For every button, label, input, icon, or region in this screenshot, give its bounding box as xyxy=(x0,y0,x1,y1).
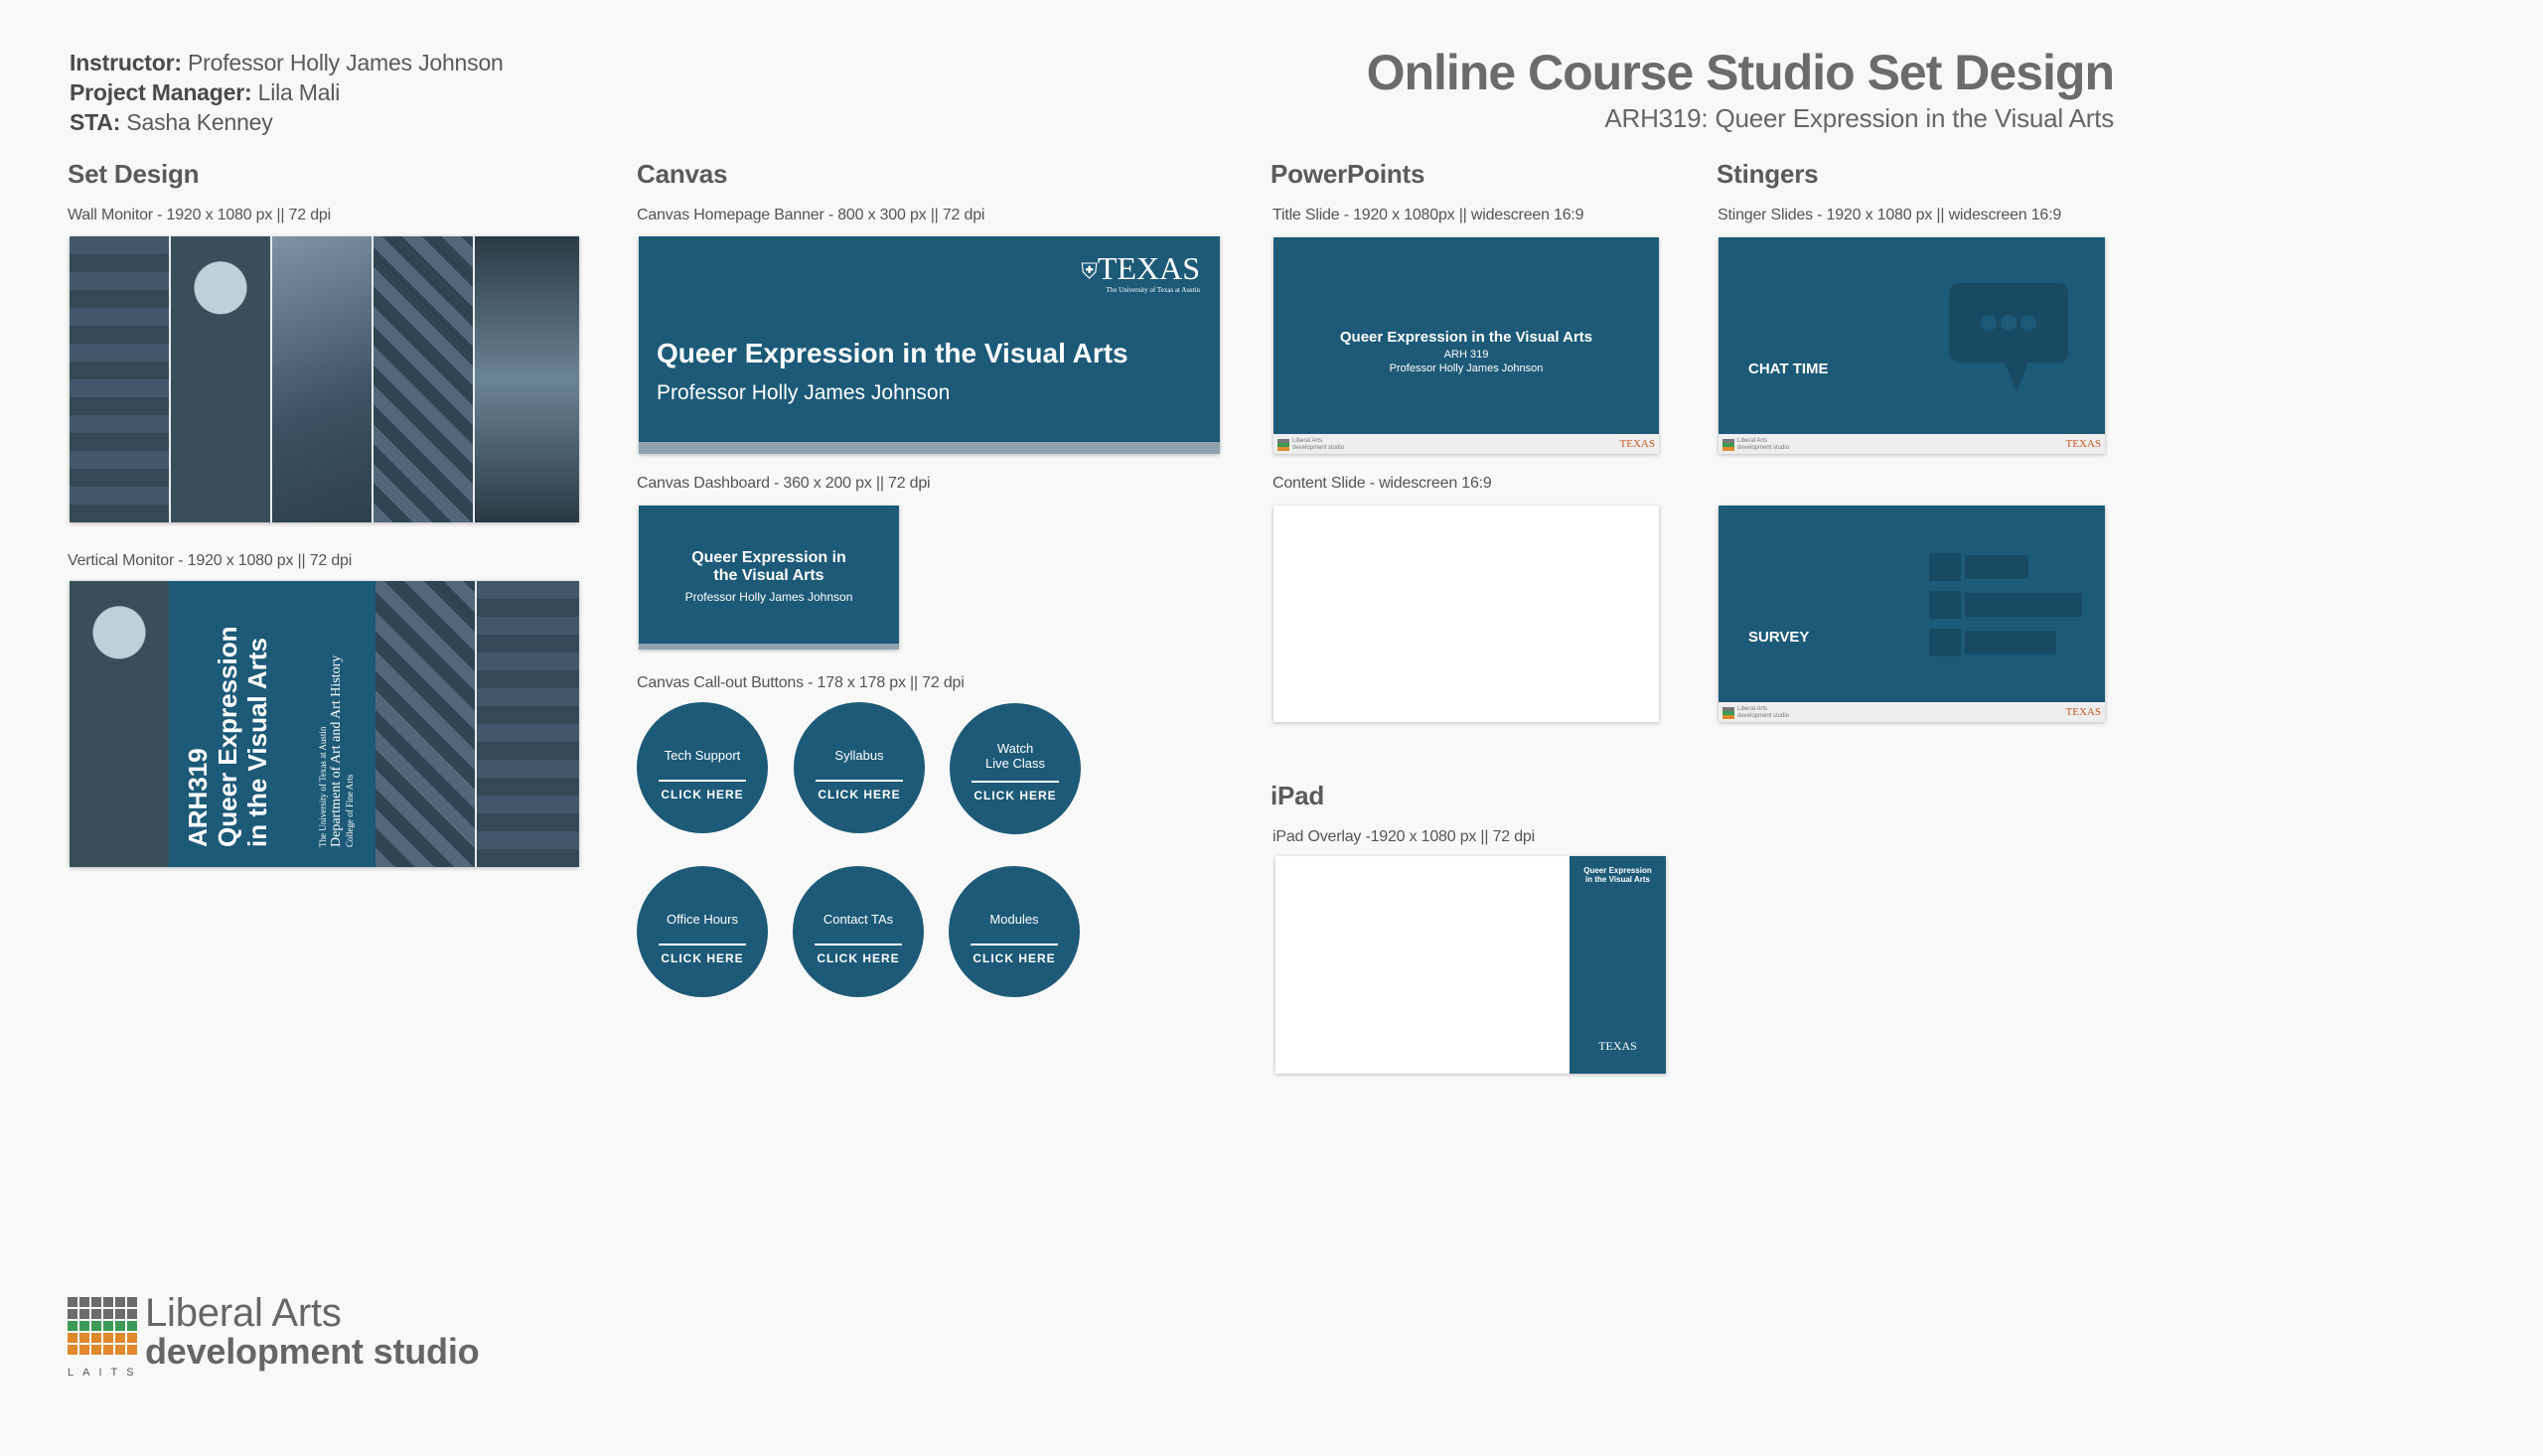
canvas-dashboard-card: Queer Expression in the Visual Arts Prof… xyxy=(639,506,899,650)
instructor-name: Professor Holly James Johnson xyxy=(188,50,504,75)
lads-logo-icon xyxy=(1277,439,1289,451)
content-slide-label: Content Slide - widescreen 16:9 xyxy=(1272,475,1492,492)
ipad-title-line2: in the Visual Arts xyxy=(1585,875,1650,884)
title-slide-professor: Professor Holly James Johnson xyxy=(1389,363,1544,374)
shield-icon: ⛨ xyxy=(1081,258,1098,284)
modules-button[interactable]: Modules CLICK HERE xyxy=(949,866,1080,997)
instructor-label: Instructor: xyxy=(70,50,182,75)
ipad-heading: iPad xyxy=(1271,781,1325,810)
office-hours-button[interactable]: Office Hours CLICK HERE xyxy=(637,866,768,997)
canvas-buttons-label: Canvas Call-out Buttons - 178 x 178 px |… xyxy=(637,674,965,691)
powerpoints-heading: PowerPoints xyxy=(1271,159,1425,189)
click-here-text: CLICK HERE xyxy=(972,951,1056,965)
vertical-monitor-preview: ARH319 Queer Expression in the Visual Ar… xyxy=(70,581,579,867)
canvas-banner-label: Canvas Homepage Banner - 800 x 300 px ||… xyxy=(637,207,985,223)
click-here-text: CLICK HERE xyxy=(973,789,1057,802)
survey-stinger: SURVEY Liberal Arts development studio TE… xyxy=(1719,506,2105,722)
button-label: Contact TAs xyxy=(823,912,894,927)
banner-title: Queer Expression in the Visual Arts xyxy=(657,338,1128,368)
click-here-text: CLICK HERE xyxy=(661,951,744,965)
page-title: Online Course Studio Set Design xyxy=(1366,45,2115,100)
chat-time-stinger: CHAT TIME Liberal Arts development studio… xyxy=(1719,237,2105,454)
title-slide-preview: Queer Expression in the Visual Arts ARH … xyxy=(1273,237,1659,454)
vertical-title-panel: ARH319 Queer Expression in the Visual Ar… xyxy=(169,581,375,867)
click-here-text: CLICK HERE xyxy=(818,788,901,801)
chat-time-text: CHAT TIME xyxy=(1748,361,1829,377)
title-slide-label: Title Slide - 1920 x 1080px || widescree… xyxy=(1272,207,1584,223)
lads-grid-icon xyxy=(68,1297,137,1355)
dashboard-title-line2: the Visual Arts xyxy=(713,567,824,584)
button-label-line2: Live Class xyxy=(985,756,1045,771)
canvas-homepage-banner: ⛨TEXAS The University of Texas at Austin… xyxy=(639,236,1220,454)
texas-footer: TEXAS xyxy=(1619,438,1655,450)
vertical-title-line1: Queer Expression xyxy=(213,626,242,847)
sta-name: Sasha Kenney xyxy=(126,109,273,135)
click-here-text: CLICK HERE xyxy=(817,951,900,965)
laits-text: LAITS xyxy=(68,1367,143,1379)
vertical-department: Department of Art and Art History xyxy=(329,655,344,847)
banner-professor: Professor Holly James Johnson xyxy=(657,381,951,404)
ipad-title-line1: Queer Expression xyxy=(1583,866,1652,875)
pm-label: Project Manager: xyxy=(70,79,252,105)
ipad-overlay-label: iPad Overlay -1920 x 1080 px || 72 dpi xyxy=(1272,828,1535,845)
vertical-university: The University of Texas at Austin xyxy=(318,726,328,847)
survey-text: SURVEY xyxy=(1748,629,1810,646)
ipad-overlay-preview: Queer Expression in the Visual Arts TEXA… xyxy=(1275,856,1666,1074)
pm-name: Lila Mali xyxy=(257,79,341,105)
page-subtitle: ARH319: Queer Expression in the Visual A… xyxy=(1604,103,2114,133)
syllabus-button[interactable]: Syllabus CLICK HERE xyxy=(794,702,925,833)
texas-subline: The University of Texas at Austin xyxy=(1106,286,1200,294)
button-label: Tech Support xyxy=(664,748,741,763)
contact-tas-button[interactable]: Contact TAs CLICK HERE xyxy=(793,866,924,997)
ipad-side-panel: Queer Expression in the Visual Arts TEXA… xyxy=(1570,856,1666,1074)
button-label: Syllabus xyxy=(834,748,884,763)
wall-monitor-collage xyxy=(70,236,579,522)
button-label: Office Hours xyxy=(666,912,738,927)
survey-list-icon xyxy=(1929,553,2082,656)
vertical-code: ARH319 xyxy=(183,748,213,847)
button-label: Modules xyxy=(989,912,1039,927)
vertical-college: College of Fine Arts xyxy=(345,774,355,847)
texas-footer: TEXAS xyxy=(2065,438,2101,450)
dashboard-professor: Professor Holly James Johnson xyxy=(684,590,853,604)
watch-live-class-button[interactable]: Watch Live Class CLICK HERE xyxy=(950,703,1081,834)
texas-wordmark: ⛨TEXAS xyxy=(1081,250,1200,286)
stinger-slides-label: Stinger Slides - 1920 x 1080 px || wides… xyxy=(1718,207,2062,223)
set-design-heading: Set Design xyxy=(68,159,200,189)
stingers-heading: Stingers xyxy=(1717,159,1819,189)
title-slide-title: Queer Expression in the Visual Arts xyxy=(1339,329,1593,346)
lads-logo-icon xyxy=(1722,707,1734,719)
title-slide-code: ARH 319 xyxy=(1443,349,1489,361)
project-info: Instructor: Professor Holly James Johnso… xyxy=(70,48,504,137)
logo-line2: development studio xyxy=(145,1331,480,1372)
vertical-monitor-label: Vertical Monitor - 1920 x 1080 px || 72 … xyxy=(68,552,353,569)
button-label-line1: Watch xyxy=(996,741,1034,756)
dashboard-title-line1: Queer Expression in xyxy=(691,549,846,566)
canvas-dashboard-label: Canvas Dashboard - 360 x 200 px || 72 dp… xyxy=(637,475,931,492)
ipad-texas: TEXAS xyxy=(1598,1039,1637,1053)
click-here-text: CLICK HERE xyxy=(661,788,744,801)
sta-label: STA: xyxy=(70,109,121,135)
content-slide-preview xyxy=(1273,506,1659,722)
lads-logo-icon xyxy=(1722,439,1734,451)
lads-logo: LAITS Liberal Arts development studio xyxy=(68,1291,480,1379)
wall-monitor-label: Wall Monitor - 1920 x 1080 px || 72 dpi xyxy=(68,207,331,223)
tech-support-button[interactable]: Tech Support CLICK HERE xyxy=(637,702,768,833)
canvas-heading: Canvas xyxy=(637,159,728,189)
logo-line1: Liberal Arts xyxy=(145,1291,342,1335)
vertical-title-line2: in the Visual Arts xyxy=(242,638,272,847)
chat-bubble-icon xyxy=(1949,283,2068,392)
texas-footer: TEXAS xyxy=(2065,706,2101,718)
